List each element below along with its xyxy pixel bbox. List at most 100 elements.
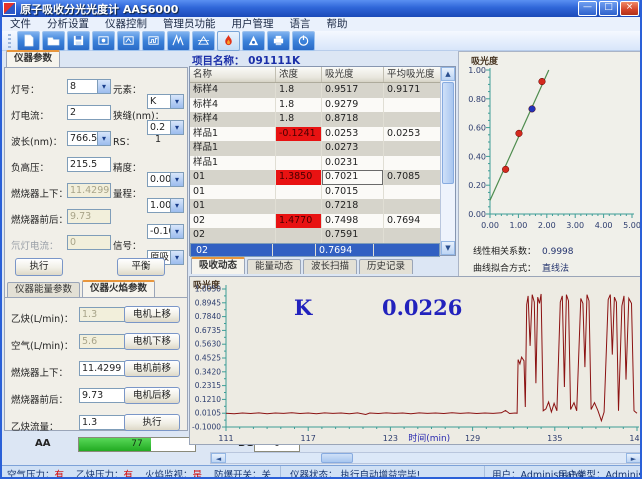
motor-forward-button[interactable]: 电机前移	[124, 360, 180, 377]
lamp-setup-icon	[97, 34, 110, 47]
neg-hv-input[interactable]: 215.5	[67, 157, 111, 172]
maximize-button[interactable]: □	[599, 1, 618, 16]
burner-height-input[interactable]: 11.4299	[79, 361, 129, 376]
instrument-params-tabstrip: 仪器参数	[6, 51, 62, 67]
table-row[interactable]: 样品1-0.12410.02530.0253	[190, 127, 440, 142]
menu-help[interactable]: 帮助	[319, 17, 356, 31]
wavelength-label: 波长(nm)：	[11, 134, 62, 148]
motor-up-button[interactable]: 电机上移	[124, 306, 180, 323]
tab-flame-params[interactable]: 仪器火焰参数	[82, 280, 155, 297]
aa-label: AA	[35, 438, 50, 449]
table-row[interactable]: 标样41.80.8718	[190, 112, 440, 127]
header-name: 名称	[190, 67, 276, 82]
svg-text:0.80: 0.80	[468, 95, 486, 104]
tab-instrument-params[interactable]: 仪器参数	[6, 50, 60, 67]
acetylene-flow-input[interactable]: 1.3	[79, 415, 129, 430]
burner-depth-input[interactable]: 9.73	[79, 388, 129, 403]
open-project-icon	[47, 34, 60, 47]
flame-ignite-button[interactable]	[217, 31, 240, 51]
scrollbar-thumb[interactable]	[442, 82, 454, 184]
alarm-cell: -0.1241	[276, 127, 322, 142]
burner-depth-input-label: 燃烧器前后：	[11, 392, 68, 406]
table-row-selected[interactable]: 020.7694	[190, 243, 440, 258]
aa-progress-value: 77	[79, 438, 195, 451]
menu-admin-functions[interactable]: 管理员功能	[155, 17, 224, 31]
tab-absorbance-dynamic[interactable]: 吸收动态	[191, 257, 245, 274]
wavelength-scan-button[interactable]	[167, 31, 190, 51]
autosampler-button[interactable]	[242, 31, 265, 51]
menu-user-management[interactable]: 用户管理	[224, 17, 282, 31]
svg-text:1.00: 1.00	[468, 66, 486, 75]
monochromator-icon	[197, 34, 210, 47]
energy-auto-gain-button[interactable]	[142, 31, 165, 51]
lamp-position-button[interactable]	[117, 31, 140, 51]
table-row[interactable]: 010.7218	[190, 199, 440, 214]
minimize-button[interactable]: —	[578, 1, 597, 16]
alarm-cell: 1.4770	[276, 214, 322, 229]
close-button[interactable]: ×	[620, 1, 639, 16]
table-vertical-scrollbar[interactable]: ▲ ▼	[440, 67, 455, 255]
tab-energy-dynamic[interactable]: 能量动态	[247, 259, 301, 274]
menu-analysis-settings[interactable]: 分析设置	[39, 17, 97, 31]
rs-label: RS：	[113, 134, 135, 148]
motor-back-button[interactable]: 电机后移	[124, 387, 180, 404]
svg-text:1.00: 1.00	[509, 221, 527, 230]
new-project-button[interactable]	[17, 31, 40, 51]
signal-label: 信号：	[113, 238, 142, 252]
title-bar: 原子吸收分光光度计 AAS6000 — □ ×	[0, 0, 642, 17]
dropdown-arrow-icon: ▾	[97, 80, 110, 93]
scroll-down-icon[interactable]: ▼	[441, 241, 455, 255]
scroll-right-icon[interactable]: ►	[626, 453, 641, 463]
table-row[interactable]: 011.38500.70210.7085	[190, 170, 440, 185]
table-header-row: 名称 浓度 吸光度 平均吸光度	[190, 67, 440, 83]
open-project-button[interactable]	[42, 31, 65, 51]
svg-text:4.00: 4.00	[595, 221, 613, 230]
print-button[interactable]	[267, 31, 290, 51]
table-row[interactable]: 021.47700.74980.7694	[190, 214, 440, 229]
table-row[interactable]: 标样41.80.9279	[190, 98, 440, 113]
monochromator-button[interactable]	[192, 31, 215, 51]
scrollbar-thumb[interactable]	[321, 453, 353, 463]
svg-text:0.3420: 0.3420	[195, 367, 221, 376]
focused-cell: 0.7021	[322, 170, 384, 185]
svg-text:0.7840: 0.7840	[195, 312, 221, 321]
table-row[interactable]: 样品10.0231	[190, 156, 440, 171]
wavelength-select[interactable]: 766.5▾	[67, 131, 111, 146]
svg-text:141: 141	[629, 434, 641, 443]
rs-value: 1	[155, 134, 161, 145]
header-avg-absorbance: 平均吸光度	[384, 67, 440, 82]
menu-file[interactable]: 文件	[2, 17, 39, 31]
execute-params-button[interactable]: 执行	[15, 258, 63, 276]
table-row[interactable]: 标样41.80.95170.9171	[190, 83, 440, 98]
window-title: 原子吸收分光光度计 AAS6000	[20, 1, 178, 17]
instrument-params-panel: 灯号： 8▾ 元素： K▾ 灯电流： 2 狭缝(nm)： 0.2▾ 波长(nm)…	[4, 67, 188, 431]
tab-history[interactable]: 历史记录	[359, 259, 413, 274]
scroll-up-icon[interactable]: ▲	[441, 67, 455, 81]
tab-wavelength-scan[interactable]: 波长扫描	[303, 259, 357, 274]
toolbar-grip	[8, 34, 11, 48]
lamp-current-input[interactable]: 2	[67, 105, 111, 120]
table-row[interactable]: 010.7015	[190, 185, 440, 200]
table-row[interactable]: 样品10.0273	[190, 141, 440, 156]
motor-down-button[interactable]: 电机下移	[124, 333, 180, 350]
current-reading: 0.0226	[382, 295, 462, 320]
lamp-setup-button[interactable]	[92, 31, 115, 51]
chart-horizontal-scrollbar[interactable]: ◄ ►	[210, 452, 642, 464]
save-button[interactable]	[67, 31, 90, 51]
svg-text:0.2315: 0.2315	[195, 381, 221, 390]
menu-bar: 文件 分析设置 仪器控制 管理员功能 用户管理 语言 帮助	[2, 17, 640, 32]
tab-energy-params[interactable]: 仪器能量参数	[7, 282, 80, 297]
lamp-number-select[interactable]: 8▾	[67, 79, 111, 94]
balance-button[interactable]: 平衡	[117, 258, 165, 276]
menu-instrument-control[interactable]: 仪器控制	[97, 17, 155, 31]
results-table: 名称 浓度 吸光度 平均吸光度 标样41.80.95170.9171 标样41.…	[189, 66, 456, 256]
power-icon	[297, 34, 310, 47]
flame-icon	[222, 34, 235, 47]
power-button[interactable]	[292, 31, 315, 51]
table-row[interactable]: 020.7591	[190, 228, 440, 243]
acetylene-flow-label: 乙炔流量：	[11, 419, 59, 433]
scroll-left-icon[interactable]: ◄	[211, 453, 226, 463]
calibration-curve-panel: 吸光度 0.000.200.400.600.801.000.001.002.00…	[458, 51, 642, 278]
execute-flame-button[interactable]: 执行	[124, 414, 180, 431]
menu-language[interactable]: 语言	[282, 17, 319, 31]
